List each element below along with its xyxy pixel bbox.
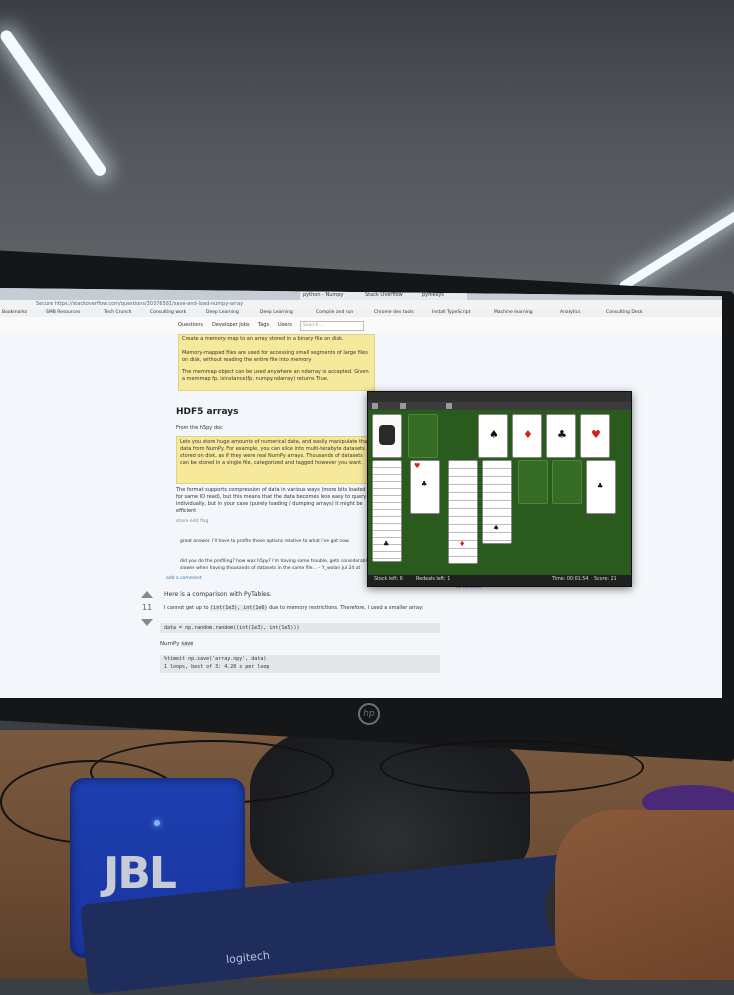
bookmark-item[interactable]: SMB Resources	[46, 310, 80, 315]
stock-left: Stock left: 6	[374, 577, 403, 582]
hand	[555, 810, 734, 980]
game-time: Time: 00:01:54	[552, 577, 589, 582]
memmap-line: The memmap object can be used anywhere a…	[182, 369, 369, 382]
bookmark-item[interactable]: Deep Learning	[206, 310, 239, 315]
diamond-icon: ♦	[523, 428, 533, 441]
bookmark-item[interactable]: Consulting Deck	[606, 310, 643, 315]
nav-users[interactable]: Users	[278, 322, 292, 328]
jbl-logo: JBL	[103, 848, 177, 899]
nav-tags[interactable]: Tags	[258, 322, 269, 328]
spade-icon: ♠	[493, 524, 500, 532]
new-game-icon[interactable]	[372, 403, 378, 409]
numpy-label-text: NumPy	[160, 641, 180, 647]
hdf5-heading: HDF5 arrays	[176, 407, 239, 417]
club-icon: ♣	[421, 480, 428, 488]
foundation-card[interactable]: ♠	[478, 414, 508, 458]
hint-icon[interactable]	[446, 403, 452, 409]
undo-icon[interactable]	[400, 403, 406, 409]
memmap-line: Create a memory-map to an array stored i…	[182, 336, 344, 342]
answer-intro: Here is a comparison with PyTables.	[164, 591, 272, 598]
inline-code: save	[181, 641, 194, 647]
gnome-foot-icon	[379, 425, 395, 445]
bookmark-item[interactable]: Consulting work	[150, 310, 186, 315]
foundation-card[interactable]: ♣	[546, 414, 576, 458]
solitaire-statusbar	[368, 575, 631, 586]
bookmark-item[interactable]: Machine learning	[494, 310, 533, 315]
bookmark-item[interactable]: Install TypeScript	[432, 310, 470, 315]
nav-questions[interactable]: Questions	[178, 322, 203, 328]
diamond-icon: ♦	[459, 540, 466, 548]
bookmark-item[interactable]: Bookmarks	[2, 310, 27, 315]
foundation-card[interactable]: ♥	[580, 414, 610, 458]
solitaire-titlebar[interactable]	[368, 392, 631, 402]
code-block: %timeit np.save('array.npy', data) 1 loo…	[160, 655, 440, 673]
bookmark-item[interactable]: Analytics	[560, 310, 580, 315]
comment: did you do the profiling? how was h5py? …	[180, 559, 370, 571]
tableau-column[interactable]: ♠	[482, 460, 512, 544]
search-input[interactable]: Search...	[300, 321, 364, 331]
answer-limit-before: I cannot get up to	[164, 605, 209, 611]
hdf5-quote: Lets you store huge amounts of numerical…	[180, 439, 370, 466]
club-icon: ♣	[383, 540, 390, 548]
game-score: Score: 21	[594, 577, 617, 582]
hdf5-source: From the h5py doc	[176, 425, 223, 431]
stock-pile[interactable]	[372, 414, 402, 458]
cable	[380, 740, 644, 794]
solitaire-toolbar	[368, 402, 631, 410]
bookmark-item[interactable]: Chrome dev tools	[374, 310, 414, 315]
post-actions[interactable]: share edit flag	[176, 519, 208, 524]
empty-tableau-slot[interactable]	[552, 460, 582, 504]
speaker-led-icon	[154, 820, 160, 826]
redeals-left: Redeals left: 1	[416, 577, 451, 582]
heart-icon: ♥	[414, 462, 421, 470]
bookmark-item[interactable]: Compile and run	[316, 310, 353, 315]
monitor-screen: python - Numpy Stack Overflow pyfilesys …	[0, 288, 722, 698]
heart-icon: ♥	[591, 428, 601, 441]
tableau-column[interactable]: ♥ ♣	[410, 460, 440, 514]
answer-limit-text: I cannot get up to (int(1e3), int(1e6) d…	[164, 605, 434, 612]
club-icon: ♣	[597, 482, 604, 490]
tableau-column[interactable]: ♣	[586, 460, 616, 514]
hp-logo: hp	[358, 703, 380, 725]
hdf5-note: The format supports compression of data …	[176, 487, 367, 514]
memmap-line: Memory-mapped files are used for accessi…	[182, 350, 368, 363]
url-text[interactable]: Secure https://stackoverflow.com/questio…	[36, 301, 243, 307]
upvote-icon[interactable]	[141, 591, 153, 598]
empty-tableau-slot[interactable]	[518, 460, 548, 504]
tableau-column[interactable]: ♦	[448, 460, 478, 564]
inline-code: (int(1e3), int(1e6)	[210, 605, 268, 611]
code-block: data = np.random.random((int(1e3), int(1…	[160, 623, 440, 633]
bookmark-item[interactable]: Tech Crunch	[104, 310, 132, 315]
page-content: Create a memory-map to an array stored i…	[0, 333, 722, 698]
bookmark-item[interactable]: Deep Learning	[260, 310, 293, 315]
downvote-icon[interactable]	[141, 619, 153, 626]
ceiling	[0, 0, 734, 300]
solitaire-window[interactable]: ♠ ♦ ♣ ♥ ♣ ♥ ♣ ♦ ♠ ♣ Stock left: 6 Redeal…	[367, 391, 632, 587]
foundation-card[interactable]: ♦	[512, 414, 542, 458]
spade-icon: ♠	[489, 428, 499, 441]
club-icon: ♣	[557, 428, 567, 441]
add-comment-link[interactable]: add a comment	[166, 576, 201, 581]
vote-count: 11	[142, 603, 153, 612]
nav-developer-jobs[interactable]: Developer Jobs	[212, 322, 250, 328]
numpy-label: NumPy save	[160, 641, 194, 648]
answer-limit-after: due to memory restrictions. Therefore, I…	[268, 605, 424, 611]
waste-slot[interactable]	[408, 414, 438, 458]
tableau-column[interactable]: ♣	[372, 460, 402, 562]
